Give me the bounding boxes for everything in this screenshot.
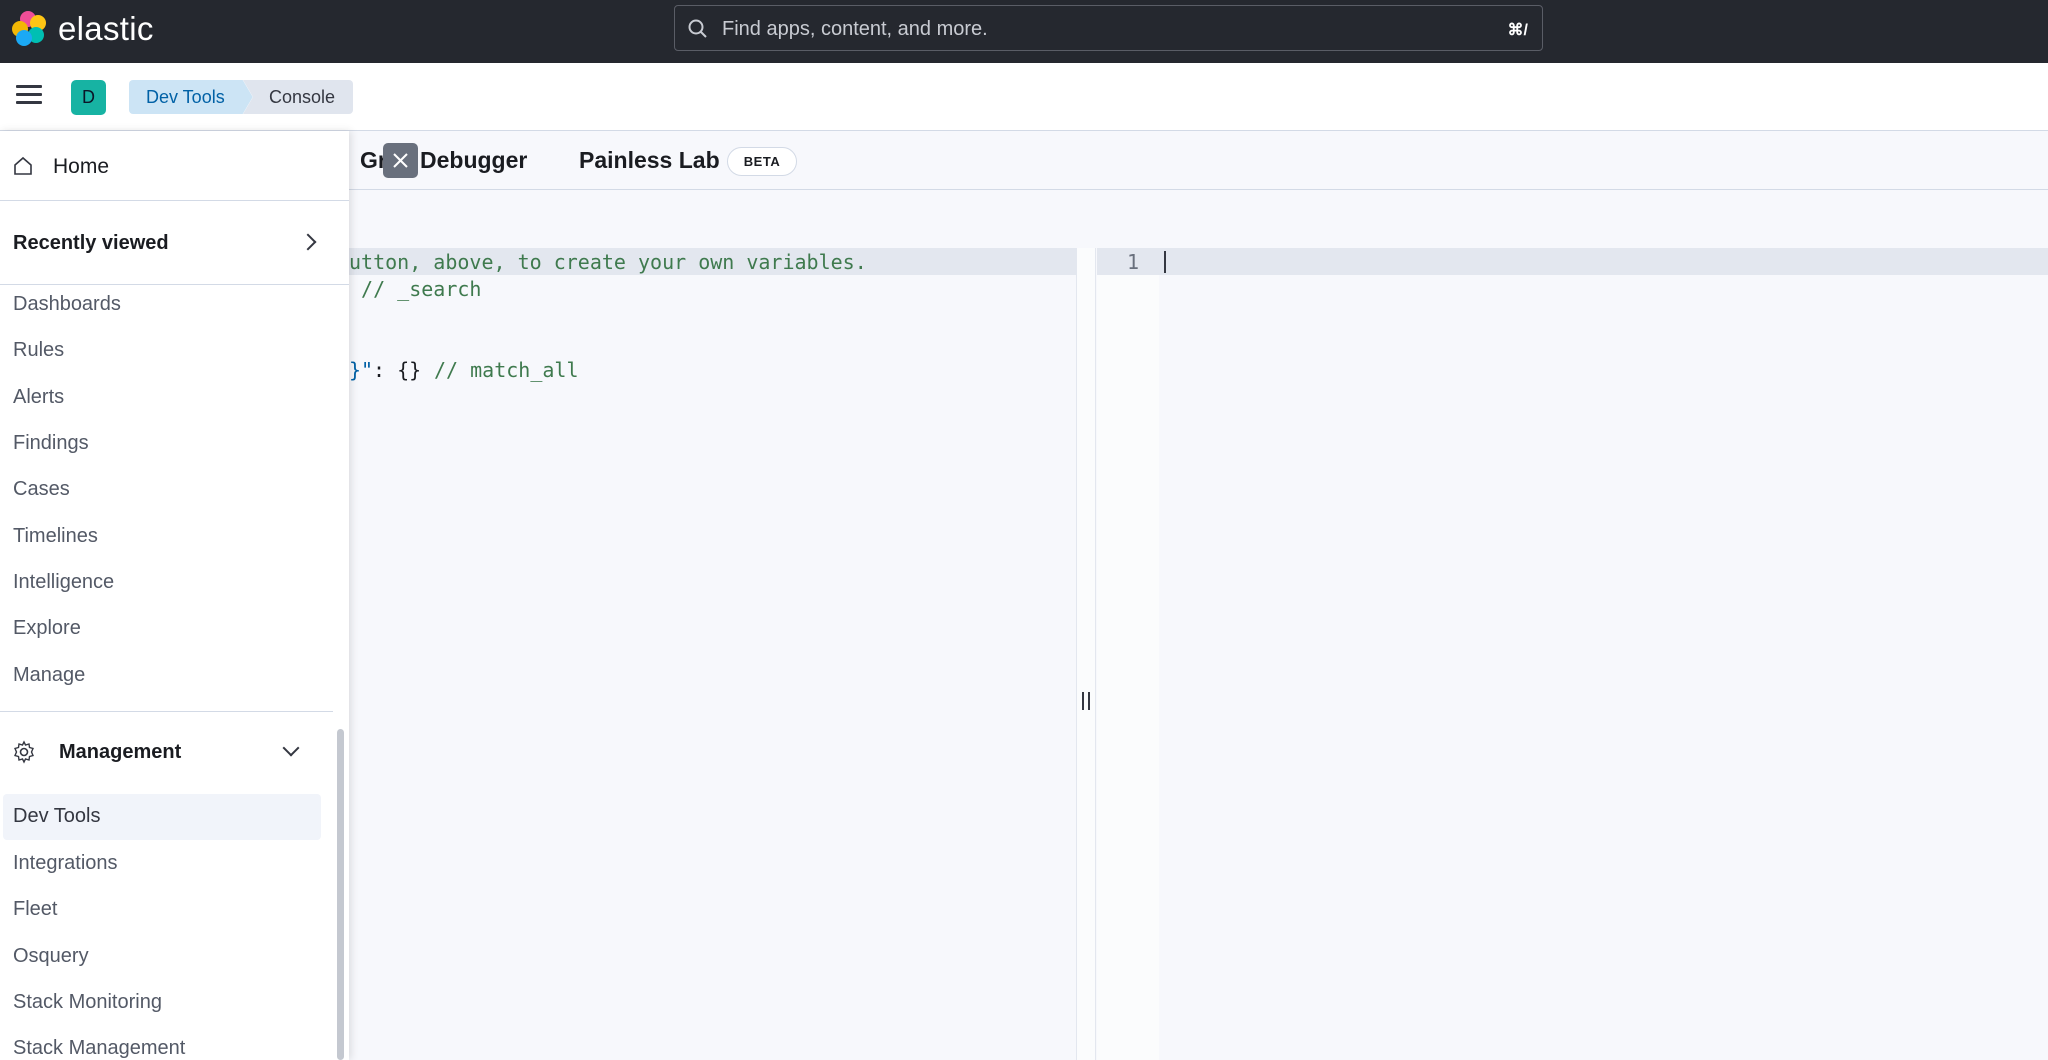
nav-home[interactable]: Home — [0, 131, 349, 201]
resize-grip-icon[interactable] — [1082, 692, 1090, 710]
nav-item-fleet[interactable]: Fleet — [13, 898, 57, 921]
nav-item-dev-tools[interactable]: Dev Tools — [13, 805, 100, 828]
nav-item-stack-management[interactable]: Stack Management — [13, 1037, 185, 1060]
nav-item-integrations[interactable]: Integrations — [13, 852, 118, 875]
code-line-4-comment: // match_all — [434, 358, 579, 382]
breadcrumb-console: Console — [243, 80, 354, 114]
search-placeholder: Find apps, content, and more. — [722, 18, 988, 40]
sidenav-scrollbar[interactable] — [337, 729, 344, 1060]
elastic-logo[interactable]: elastic — [12, 10, 154, 48]
brand-name: elastic — [58, 10, 154, 47]
nav-item-timelines[interactable]: Timelines — [13, 525, 98, 548]
nav-item-manage[interactable]: Manage — [13, 664, 85, 687]
pane-resizer[interactable] — [1076, 248, 1096, 1060]
code-line-4-key: }" — [349, 358, 374, 382]
search-icon — [688, 19, 707, 38]
active-line-highlight — [1159, 248, 2048, 275]
nav-item-rules[interactable]: Rules — [13, 339, 64, 362]
close-nav-button[interactable] — [383, 143, 418, 178]
gear-icon — [14, 740, 34, 764]
nav-item-intelligence[interactable]: Intelligence — [13, 571, 114, 594]
home-icon — [14, 156, 32, 175]
output-gutter: 1 — [1097, 248, 1159, 1060]
code-line-2: // _search — [349, 277, 482, 301]
global-search-input[interactable]: Find apps, content, and more. ⌘/ — [674, 5, 1543, 51]
nav-item-stack-monitoring[interactable]: Stack Monitoring — [13, 991, 162, 1014]
nav-item-osquery[interactable]: Osquery — [13, 945, 89, 968]
nav-item-findings[interactable]: Findings — [13, 432, 89, 455]
close-icon — [393, 153, 408, 168]
space-avatar[interactable]: D — [71, 80, 106, 115]
code-line-1: utton, above, to create your own variabl… — [349, 250, 867, 274]
nav-item-dashboards[interactable]: Dashboards — [13, 293, 121, 316]
side-navigation: Home Recently viewed Dashboards Rules Al… — [0, 131, 349, 1060]
request-editor[interactable]: utton, above, to create your own variabl… — [349, 248, 1076, 1060]
code-line-4-value: : {} — [373, 358, 434, 382]
chevron-right-icon — [299, 233, 317, 251]
nav-item-explore[interactable]: Explore — [13, 617, 81, 640]
breadcrumb-dev-tools[interactable]: Dev Tools — [129, 80, 253, 114]
beta-badge: BETA — [727, 147, 797, 176]
line-number: 1 — [1127, 250, 1140, 274]
nav-item-alerts[interactable]: Alerts — [13, 386, 64, 409]
dev-tools-tabs: Gr Debugger Painless Lab — [349, 131, 2048, 190]
management-label: Management — [59, 741, 182, 763]
recently-viewed-label: Recently viewed — [13, 232, 169, 254]
tab-grok-debugger[interactable]: Debugger — [420, 147, 527, 174]
tab-painless-lab[interactable]: Painless Lab — [579, 147, 720, 174]
text-cursor — [1164, 251, 1166, 273]
breadcrumb-bar: D Dev Tools Console — [0, 63, 2048, 131]
chevron-down-icon — [282, 739, 300, 757]
search-shortcut: ⌘/ — [1507, 22, 1528, 39]
management-section-header[interactable]: Management — [0, 712, 333, 792]
top-header: elastic Find apps, content, and more. ⌘/ — [0, 0, 2048, 63]
elastic-logo-icon — [12, 11, 48, 47]
nav-item-cases[interactable]: Cases — [13, 478, 70, 501]
response-output[interactable] — [1159, 248, 2048, 1060]
recently-viewed-section[interactable]: Recently viewed — [0, 202, 349, 285]
nav-home-label: Home — [53, 155, 110, 178]
menu-toggle-icon[interactable] — [16, 85, 42, 107]
